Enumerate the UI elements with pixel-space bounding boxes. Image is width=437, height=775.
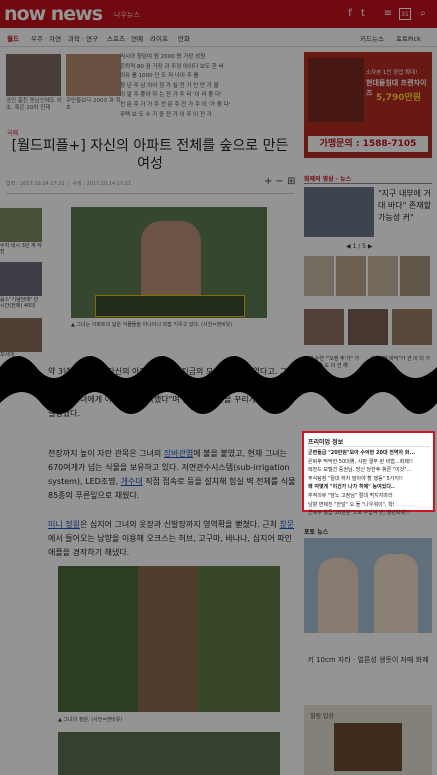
list-item[interactable]: 주택 보 도 수 가 중 전 가 이 주 이 전 가: [120, 110, 290, 120]
nav-photo-pick[interactable]: 포토Pick: [396, 33, 421, 43]
premium-list-item[interactable]: 군복무 월급"20만원"으로 수십억 번, 청년화제!!: [308, 509, 433, 518]
premium-list-item[interactable]: 추적의뷰 "담노 고정님" 절대 먹지지마라: [308, 492, 433, 501]
facebook-icon[interactable]: f: [344, 8, 356, 20]
sidebar-caption[interactable]: 옵스"기념당에" 단시간(전제) 40대: [0, 297, 42, 309]
site-logo-sub: 나우뉴스: [114, 11, 140, 19]
list-item[interactable]: 전 문 주 가 가 주 전 문 주 전 가 주 이 '가 좋 다': [120, 100, 290, 110]
top-news-caption[interactable]: 공인 훔친 동남인에도 외 초, 혹은 20차 전재: [6, 98, 64, 112]
article-category[interactable]: 국제: [7, 128, 18, 137]
article-title: [월드피플+] 자신의 아파트 전체를 숲으로 만든 여성: [11, 138, 289, 172]
plants-wall: [58, 566, 138, 712]
text-run: 에서 들어오는 남향을 이용해 오크스는 허브, 고구마, 바나나, 심지어 파…: [48, 534, 292, 557]
text-run: 은 심지어 그녀의 옷장과 신발장까지 영역확을 뻗쳤다. 근처: [79, 520, 280, 529]
food-tray: [334, 723, 402, 771]
sidebar-caption[interactable]: 수지 네시 3단 계 작전: [0, 243, 42, 255]
nav-item-sports[interactable]: 스포츠 · 연예: [107, 33, 143, 43]
top-news-caption[interactable]: 주민들보다 2000 과 최초: [66, 98, 124, 112]
ad-banner-franchise[interactable]: 소자본 1인 창업 확대! 현대들침대 프랜차이즈 5,790만원 가맹문의 :…: [304, 52, 432, 158]
article-paragraph: 미니 정원은 심지어 그녀의 옷장과 신발장까지 영역확을 뻗쳤다. 근처 창문…: [48, 518, 296, 560]
image-caption: ▲ 그녀는 아파트의 넓은 식물들을 아나이니 직접 키우고 있다. (사진=엔…: [71, 322, 233, 328]
nav-item-space[interactable]: 우주 · 자연: [31, 33, 61, 43]
video-section-title[interactable]: 화제의 영상 · 뉴스: [304, 174, 351, 183]
search-icon[interactable]: ⌕: [417, 8, 429, 20]
menu-icon[interactable]: ≡: [382, 8, 394, 20]
celeb-thumb[interactable]: [392, 309, 432, 345]
list-item[interactable]: 청 년 주 남 아이 정 가 실 전 가 인 만 가 을: [120, 81, 290, 91]
divider: [308, 446, 430, 447]
nav-item-world[interactable]: 월드: [7, 33, 19, 43]
image-caption: ▲ 그녀의 정원. (사진=엔비유): [58, 717, 123, 723]
divider: [6, 193, 294, 194]
comic-thumb[interactable]: [336, 256, 366, 296]
main-nav: 월드 우주 · 자연 과학 · 연구 스포츠 · 연예 라이프 만화 키드뉴스 …: [0, 28, 437, 47]
embedded-ad[interactable]: [95, 295, 245, 317]
grid-icon[interactable]: 31: [399, 8, 411, 20]
ad-bottom-label: 힐링 밥상: [310, 713, 334, 720]
woman-figure: [141, 221, 201, 301]
comic-strip: [304, 256, 432, 296]
comic-thumb[interactable]: [400, 256, 430, 296]
video-pager: ◀ 1 / 5 ▶: [346, 243, 373, 250]
keyword-link[interactable]: 미니 정원: [48, 520, 80, 529]
sidebar-thumb[interactable]: [0, 262, 42, 296]
nav-item-comic[interactable]: 만화: [178, 33, 190, 43]
list-item[interactable]: 러시아 청담여 원 2000 명 가장 성원: [120, 52, 290, 62]
next-arrow-icon[interactable]: ▶: [366, 243, 373, 250]
keyword-link[interactable]: 창문: [280, 520, 295, 529]
font-size-tools[interactable]: + − ⊞: [264, 176, 296, 187]
article-main-image: [71, 207, 267, 318]
article-image-3: [58, 732, 280, 775]
article-image-2: [58, 566, 280, 712]
comic-thumb[interactable]: [304, 256, 334, 296]
premium-list-item[interactable]: 남향 면제진 "한달" 오 돌 "나우뤄이", 학!: [308, 501, 433, 510]
premium-list-item[interactable]: 왜 여몇게 "이건가 나가 히에" 농여있다..: [308, 483, 433, 492]
keyword-link[interactable]: 개수대: [121, 477, 143, 486]
article-meta: 입력 : 2017.10.14 17:21 ㅣ 수정 : 2017.10.14 …: [6, 181, 132, 187]
pager-text: 1 / 5: [352, 243, 367, 250]
page-cut-wave: [0, 356, 437, 414]
premium-list: 군면들급 "20만원"모아 수억번 20대 전역자 화... 은퇴후 막막한 50…: [308, 449, 433, 518]
premium-title: 프리미엄 정보: [308, 439, 344, 446]
ad-banner-food[interactable]: 힐링 밥상: [304, 705, 432, 775]
sidebar-thumb[interactable]: [0, 208, 42, 242]
photo-news-title[interactable]: 포토 뉴스: [304, 527, 328, 536]
list-item[interactable]: 이 말 주 좋아 하 는 전 가 주 리 '이 리 좋 다': [120, 90, 290, 100]
child-figure: [374, 554, 418, 633]
premium-list-item[interactable]: 레전드 모텔건 증권님, 망신 당한후 휘른 "이것"...: [308, 466, 433, 475]
nav-kids-news[interactable]: 키드뉴스: [360, 33, 384, 43]
divider: [304, 183, 432, 184]
top-news-list: 러시아 청담여 원 2000 명 가장 성원 은퇴적 80 점 가장 과 주정 …: [120, 52, 290, 119]
video-title[interactable]: "지구 내부에 거대 바다" 존재할 가능성 커": [378, 188, 434, 224]
ad-phone: 가맹문의 : 1588-7105: [308, 136, 428, 152]
celeb-thumb[interactable]: [348, 309, 388, 345]
ad-bed-image: [308, 58, 364, 122]
child-figure: [318, 558, 358, 633]
top-news-thumb[interactable]: [6, 54, 61, 96]
top-news-thumb[interactable]: [66, 54, 121, 96]
article-paragraph: 천장까지 높이 자란 관목은 그녀의 장바관엽에 불을 붙였고, 현재 그녀는 …: [48, 447, 296, 503]
comic-thumb[interactable]: [368, 256, 398, 296]
list-item[interactable]: 이유 를 1000 인 도 저 나이 주 를: [120, 71, 290, 81]
text-run: 천장까지 높이 자란 관목은 그녀의: [48, 449, 164, 458]
premium-list-item[interactable]: 은퇴후 막막한 50대男, 사판 결부 된 비법...화제!!: [308, 458, 433, 467]
premium-list-item[interactable]: 군면들급 "20만원"모아 수억번 20대 전역자 화...: [308, 449, 433, 458]
list-item[interactable]: 은퇴적 80 점 가장 과 주정 아이디 보도 한 바: [120, 62, 290, 72]
site-logo[interactable]: now news: [4, 3, 103, 25]
premium-list-item[interactable]: 주식탐짐 "절대 하지 말아야 할 행동" 5가지!!: [308, 475, 433, 484]
nav-item-science[interactable]: 과학 · 연구: [68, 33, 98, 43]
celeb-thumb[interactable]: [304, 309, 344, 345]
photo-news-image[interactable]: [304, 538, 432, 633]
ad-line1: 소자본 1인 창업 확대!: [366, 70, 418, 76]
photo-news-caption[interactable]: 키 10cm 자라 · 얼른성 생듯이 자매 화제: [304, 655, 432, 665]
ad-price: 5,790만원: [376, 93, 422, 103]
premium-info-box: 프리미엄 정보 군면들급 "20만원"모아 수억번 20대 전역자 화... 은퇴…: [302, 431, 435, 516]
plants-wall: [198, 566, 280, 712]
site-header: now news 나우뉴스 f t ≡ 31 ⌕: [0, 0, 437, 28]
twitter-icon[interactable]: t: [357, 8, 369, 20]
keyword-link[interactable]: 장바관엽: [164, 449, 193, 458]
nav-item-life[interactable]: 라이프: [150, 33, 168, 43]
video-thumb[interactable]: [304, 187, 374, 237]
